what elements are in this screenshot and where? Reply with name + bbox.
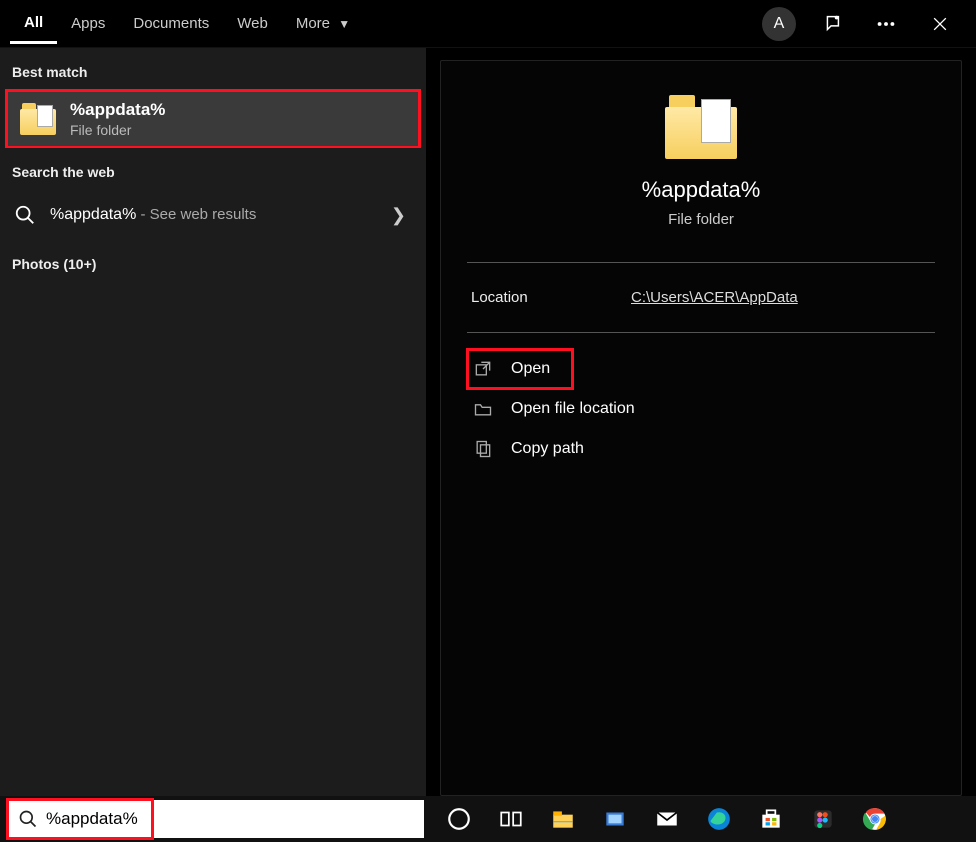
avatar-initial: A: [774, 15, 785, 33]
file-explorer-icon[interactable]: [548, 804, 578, 834]
location-row: Location C:\Users\ACER\AppData: [467, 273, 935, 322]
web-query: %appdata%: [50, 206, 136, 223]
header-actions: A: [762, 6, 966, 42]
chevron-right-icon: ❯: [391, 205, 412, 226]
feedback-icon[interactable]: [814, 6, 850, 42]
action-copy-path-label: Copy path: [511, 440, 584, 458]
taskbar-apps: [438, 796, 896, 842]
search-icon: [14, 204, 36, 226]
taskbar: [0, 796, 976, 842]
section-best-match: Best match: [0, 48, 426, 90]
settings-app-icon[interactable]: [600, 804, 630, 834]
search-body: Best match %appdata% File folder Search …: [0, 48, 976, 796]
action-open-loc-label: Open file location: [511, 400, 635, 418]
actions-list: Open Open file location Copy path: [467, 343, 935, 469]
web-hint: - See web results: [136, 206, 256, 223]
tab-more-label: More: [296, 15, 330, 32]
action-open-label: Open: [511, 360, 550, 378]
location-label: Location: [471, 289, 591, 306]
results-column: Best match %appdata% File folder Search …: [0, 48, 426, 796]
windows-search-panel: All Apps Documents Web More ▼ A Best mat…: [0, 0, 976, 796]
tab-web[interactable]: Web: [223, 5, 282, 42]
tab-documents[interactable]: Documents: [119, 5, 223, 42]
divider: [467, 332, 935, 333]
section-search-web: Search the web: [0, 148, 426, 190]
best-match-title: %appdata%: [70, 100, 165, 120]
mail-icon[interactable]: [652, 804, 682, 834]
location-path[interactable]: C:\Users\ACER\AppData: [631, 289, 798, 306]
preview-card: %appdata% File folder Location C:\Users\…: [440, 60, 962, 796]
search-input[interactable]: [46, 809, 414, 829]
tab-all[interactable]: All: [10, 4, 57, 44]
action-open[interactable]: Open: [467, 349, 573, 389]
search-icon: [18, 809, 38, 829]
preview-column: %appdata% File folder Location C:\Users\…: [426, 48, 976, 796]
search-filter-tabs: All Apps Documents Web More ▼ A: [0, 0, 976, 48]
preview-subtitle: File folder: [668, 211, 734, 228]
action-copy-path[interactable]: Copy path: [467, 429, 935, 469]
cortana-icon[interactable]: [444, 804, 474, 834]
copy-icon: [473, 439, 493, 459]
folder-open-icon: [473, 399, 493, 419]
figma-icon[interactable]: [808, 804, 838, 834]
divider: [467, 262, 935, 263]
edge-icon[interactable]: [704, 804, 734, 834]
section-photos[interactable]: Photos (10+): [0, 240, 426, 282]
folder-icon: [20, 103, 56, 135]
best-match-subtitle: File folder: [70, 122, 165, 138]
chrome-icon[interactable]: [860, 804, 890, 834]
user-avatar[interactable]: A: [762, 7, 796, 41]
more-options-icon[interactable]: [868, 6, 904, 42]
folder-icon: [665, 95, 737, 159]
microsoft-store-icon[interactable]: [756, 804, 786, 834]
tab-more[interactable]: More ▼: [282, 5, 364, 42]
best-match-text: %appdata% File folder: [70, 100, 165, 138]
chevron-down-icon: ▼: [338, 17, 350, 31]
close-icon[interactable]: [922, 6, 958, 42]
tab-apps[interactable]: Apps: [57, 5, 119, 42]
open-icon: [473, 359, 493, 379]
action-open-file-location[interactable]: Open file location: [467, 389, 935, 429]
preview-title: %appdata%: [642, 177, 761, 203]
task-view-icon[interactable]: [496, 804, 526, 834]
taskbar-search-box[interactable]: [8, 800, 424, 838]
best-match-result[interactable]: %appdata% File folder: [6, 90, 420, 148]
web-search-result[interactable]: %appdata% - See web results ❯: [0, 190, 426, 240]
